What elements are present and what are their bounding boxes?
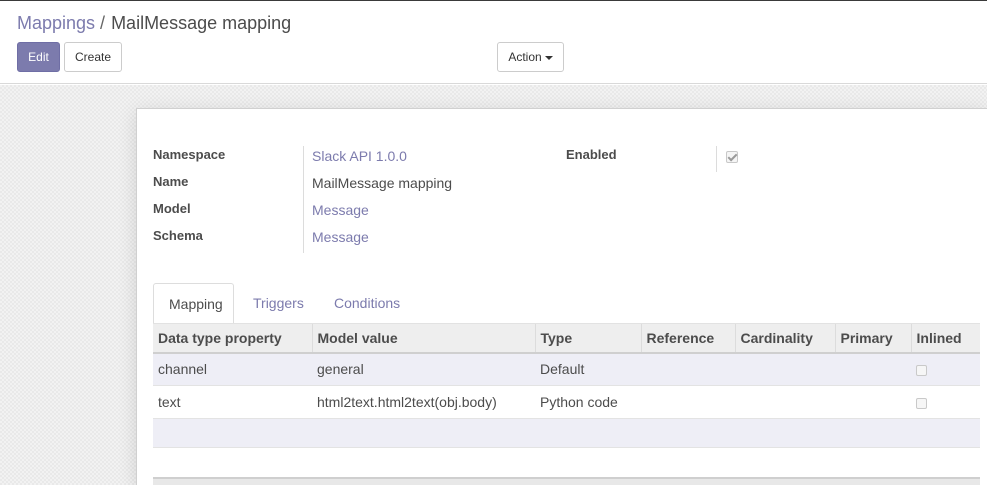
cell-reference: [641, 385, 735, 419]
cell-reference: [641, 352, 735, 386]
cell-property: channel: [153, 352, 312, 386]
namespace-label: Namespace: [153, 147, 226, 162]
column-header-data-type-property[interactable]: Data type property: [153, 323, 312, 354]
cell-inlined: [911, 352, 980, 386]
field-divider: [303, 146, 304, 253]
cell-inlined: [911, 385, 980, 419]
column-header-inlined[interactable]: Inlined: [910, 323, 980, 354]
name-label: Name: [153, 174, 189, 189]
control-panel: Mappings / MailMessage mapping Edit Create…: [0, 1, 987, 84]
action-button-label: Action: [508, 50, 542, 64]
breadcrumb-parent-link[interactable]: Mappings: [17, 13, 95, 33]
cell-primary: [835, 385, 911, 419]
breadcrumb-current: MailMessage mapping: [111, 13, 292, 33]
schema-label: Schema: [153, 228, 203, 243]
caret-down-icon: [544, 55, 553, 60]
create-button[interactable]: Create: [64, 42, 122, 72]
cell-model-value: general: [312, 352, 535, 386]
tab-conditions[interactable]: Conditions: [319, 283, 415, 324]
cell-cardinality: [735, 352, 835, 386]
enabled-label: Enabled: [566, 147, 617, 162]
tab-triggers[interactable]: Triggers: [238, 283, 319, 324]
schema-link[interactable]: Message: [312, 229, 369, 245]
inlined-checkbox[interactable]: [916, 365, 927, 377]
column-header-type[interactable]: Type: [534, 323, 641, 354]
enabled-divider: [716, 146, 717, 172]
action-dropdown-button[interactable]: Action: [497, 42, 564, 72]
cell-type: Python code: [535, 385, 641, 419]
empty-table-row: [153, 418, 980, 448]
cell-type: Default: [535, 352, 641, 386]
table-row[interactable]: text html2text.html2text(obj.body) Pytho…: [153, 385, 980, 419]
breadcrumb: Mappings / MailMessage mapping: [17, 13, 291, 34]
name-value: MailMessage mapping: [312, 175, 453, 191]
cell-property: text: [153, 385, 312, 419]
namespace-link[interactable]: Slack API 1.0.0: [312, 148, 407, 164]
mapping-table: Data type property Model value Type Refe…: [153, 323, 980, 448]
model-label: Model: [153, 201, 191, 216]
cell-primary: [835, 352, 911, 386]
column-header-cardinality[interactable]: Cardinality: [734, 323, 835, 354]
table-header-row: Data type property Model value Type Refe…: [153, 323, 980, 354]
model-link[interactable]: Message: [312, 202, 369, 218]
table-row[interactable]: channel general Default: [153, 352, 980, 386]
cell-model-value: html2text.html2text(obj.body): [312, 385, 535, 419]
tab-mapping[interactable]: Mapping: [153, 283, 234, 324]
column-header-primary[interactable]: Primary: [834, 323, 911, 354]
inlined-checkbox[interactable]: [916, 397, 927, 409]
column-header-reference[interactable]: Reference: [640, 323, 735, 354]
edit-button[interactable]: Edit: [17, 42, 60, 72]
form-sheet: Namespace Name Model Schema Slack API 1.…: [136, 108, 987, 485]
enabled-checkbox[interactable]: [726, 151, 738, 163]
table-footer: [153, 477, 980, 485]
cell-cardinality: [735, 385, 835, 419]
column-header-model-value[interactable]: Model value: [311, 323, 535, 354]
breadcrumb-separator: /: [100, 13, 106, 33]
